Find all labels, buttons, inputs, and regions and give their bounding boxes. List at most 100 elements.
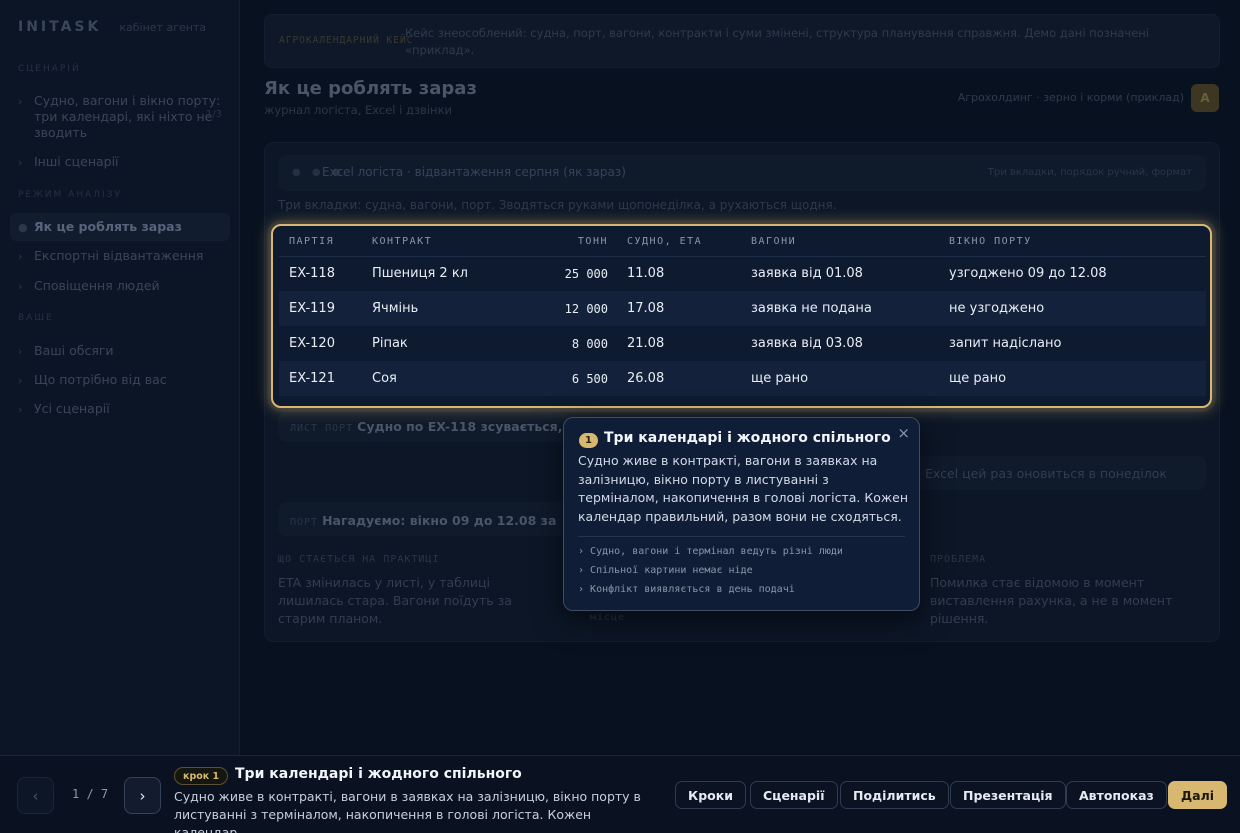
cell-vessel-eta: 26.08 (622, 361, 751, 396)
chevron-right-icon: › (18, 156, 23, 169)
column-header: ТОНН (522, 226, 622, 257)
prev-step-button[interactable]: ‹ (17, 777, 54, 814)
sidebar-group-modes: РЕЖИМ АНАЛІЗУ (18, 190, 122, 200)
popover-bullet: Конфлікт виявляється в день подачі (578, 583, 843, 602)
port-reminder-text: ПОРТ Нагадуємо: вікно 09 до 12.08 за (290, 513, 556, 528)
popover-body: Судно живе в контракті, вагони в заявках… (578, 453, 908, 524)
sidebar-item-notifications[interactable]: › Сповіщення людей (10, 272, 230, 300)
column-header: ПАРТІЯ (279, 226, 372, 257)
chevron-right-icon: › (18, 280, 23, 293)
excel-card-caption: Три вкладки: судна, вагони, порт. Зводят… (278, 198, 837, 212)
chevron-right-icon: › (139, 786, 146, 805)
table-row: EX-120 Ріпак 8 000 21.08 заявка від 03.0… (279, 326, 1206, 361)
sidebar-item-label: Як це роблять зараз (34, 219, 182, 234)
banner-text: Кейс знеособлений: судна, порт, вагони, … (405, 26, 1149, 57)
page-subtitle: журнал логіста, Excel і дзвінки (264, 103, 452, 117)
excel-card-title: Excel логіста · відвантаження серпня (як… (322, 165, 626, 179)
step-title: Три календарі і жодного спільного (235, 766, 522, 782)
cell-tonnes: 12 000 (522, 291, 622, 326)
case-banner: АГРОКАЛЕНДАРНИЙ КЕЙС Кейс знеособлений: … (264, 14, 1220, 68)
table-row: EX-119 Ячмінь 12 000 17.08 заявка не под… (279, 291, 1206, 326)
presentation-button[interactable]: Презентація (950, 781, 1066, 809)
chevron-right-icon: › (18, 95, 23, 108)
cell-tonnes: 6 500 (522, 361, 622, 396)
next-step-button[interactable]: › (124, 777, 161, 814)
share-button[interactable]: Поділитись (840, 781, 949, 809)
excel-card-header: ● ● ● Excel логіста · відвантаження серп… (278, 155, 1206, 191)
column-header: СУДНО, ETA (622, 226, 751, 257)
excel-update-text: Excel цей раз оновиться в понеділок (925, 466, 1167, 481)
column-header: КОНТРАКТ (372, 226, 522, 257)
cell-wagons: ще рано (751, 361, 949, 396)
close-icon[interactable]: × (897, 424, 910, 442)
cell-port-window: не узгоджено (949, 291, 1206, 326)
sidebar-item-label: Експортні відвантаження (34, 248, 204, 263)
port-mail-message: Судно по EX-118 зсувається, ETA (357, 419, 593, 434)
sidebar-item-scenario-active[interactable]: › Судно, вагони і вікно порту: три кален… (10, 87, 230, 147)
footer-note: місце (590, 612, 626, 623)
step-badge: крок 1 (174, 767, 229, 785)
sidebar-item-export-shipments[interactable]: › Експортні відвантаження (10, 242, 230, 270)
tour-popover: 1 Три календарі і жодного спільного × Су… (563, 417, 920, 611)
column-header: ВАГОНИ (751, 226, 949, 257)
sidebar: INITASK кабінет агента СЦЕНАРІЙ › Судно,… (0, 0, 240, 755)
cell-vessel-eta: 21.08 (627, 336, 665, 351)
cell-contract: Соя (372, 361, 522, 396)
tour-bottom-bar: ‹ 1 / 7 › крок 1 Три календарі і жодного… (0, 755, 1240, 833)
banner-label: АГРОКАЛЕНДАРНИЙ КЕЙС (279, 35, 414, 46)
cell-wagons: заявка від 03.08 (751, 336, 863, 351)
cell-tonnes: 8 000 (571, 336, 608, 351)
sidebar-item-label: Що потрібно від вас (34, 372, 167, 387)
table-row: EX-118 Пшениця 2 кл 25 000 11.08 заявка … (279, 256, 1206, 291)
cell-port-window: ще рано (949, 361, 1206, 396)
scenarios-button[interactable]: Сценарії (750, 781, 838, 809)
cell-wagons: заявка не подана (751, 291, 949, 326)
port-reminder-label: ПОРТ (290, 517, 319, 528)
scenario-count: 1/3 (205, 109, 222, 120)
sidebar-item-all-scenarios[interactable]: › Усі сценарії (10, 395, 230, 423)
sidebar-group-yours: ВАШЕ (18, 313, 54, 323)
sidebar-item-label: Інші сценарії (34, 154, 119, 169)
sidebar-item-label: Усі сценарії (34, 401, 110, 416)
dot-icon: ● (18, 221, 28, 234)
sidebar-item-current-process[interactable]: ● Як це роблять зараз (10, 213, 230, 241)
chevron-right-icon: › (18, 403, 23, 416)
cell-port-window: узгоджено 09 до 12.08 (949, 266, 1107, 282)
cell-vessel-eta: 11.08 (627, 266, 665, 282)
shipment-table-highlight: ПАРТІЯ КОНТРАКТ ТОНН СУДНО, ETA ВАГОНИ В… (271, 224, 1212, 408)
sidebar-item-label: Сповіщення людей (34, 278, 160, 293)
brand-subtitle: кабінет агента (119, 21, 207, 34)
chevron-left-icon: ‹ (32, 786, 39, 805)
practice-text: ETA змінилась у листі, у таблиці лишилас… (278, 575, 512, 626)
popover-bullets: Судно, вагони і термінал ведуть різні лю… (578, 545, 843, 602)
chevron-right-icon: › (18, 250, 23, 263)
page-title: Як це роблять зараз (264, 78, 477, 99)
sidebar-item-volumes[interactable]: › Ваші обсяги (10, 337, 230, 365)
step-description: Судно живе в контракті, вагони в заявках… (174, 789, 641, 833)
cell-port-window: запит надіслано (949, 336, 1062, 351)
next-button[interactable]: Далі (1168, 781, 1228, 809)
problem-heading: ПРОБЛЕМА (930, 554, 987, 565)
chevron-right-icon: › (18, 345, 23, 358)
practice-heading: ЩО СТАЄТЬСЯ НА ПРАКТИЦІ (278, 554, 440, 565)
cell-batch: EX-118 (289, 266, 335, 282)
brand: INITASK кабінет агента (18, 19, 206, 35)
sidebar-item-label: Судно, вагони і вікно порту: три календа… (34, 93, 221, 140)
step-counter: 1 / 7 (72, 787, 109, 801)
cell-batch: EX-120 (289, 336, 335, 351)
problem-text: Помилка стає відомою в момент виставленн… (930, 575, 1173, 626)
sidebar-item-other-scenarios[interactable]: › Інші сценарії (10, 148, 230, 176)
cell-tonnes: 25 000 (564, 266, 608, 281)
steps-button[interactable]: Кроки (675, 781, 746, 809)
popover-bullet: Судно, вагони і термінал ведуть різні лю… (578, 545, 843, 564)
sidebar-item-requirements[interactable]: › Що потрібно від вас (10, 366, 230, 394)
popover-divider (578, 536, 905, 537)
port-mail-label: ЛИСТ ПОРТ (290, 423, 354, 434)
cell-contract: Ячмінь (372, 291, 522, 326)
popover-bullet: Спільної картини немає ніде (578, 564, 843, 583)
autoplay-button[interactable]: Автопоказ (1066, 781, 1167, 809)
cell-batch: EX-119 (279, 291, 372, 326)
avatar[interactable]: А (1191, 84, 1219, 112)
excel-card-note: Три вкладки, порядок ручний, формат (987, 167, 1192, 178)
chevron-right-icon: › (18, 374, 23, 387)
